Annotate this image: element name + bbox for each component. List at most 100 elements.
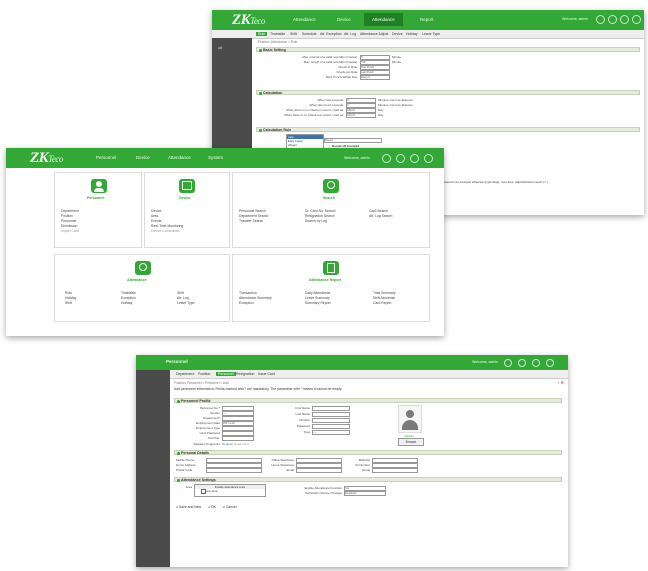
link-leave-type[interactable]: Leave Type: [177, 301, 194, 305]
nav-tab-system[interactable]: System: [208, 155, 223, 160]
link-att-log-search[interactable]: Att. Log Search: [369, 214, 392, 218]
link-leave-summary[interactable]: Leave Summary: [305, 296, 330, 300]
select-device-privilege[interactable]: Employee: [344, 491, 386, 496]
subtab-department[interactable]: Department: [176, 372, 194, 376]
help-icon[interactable]: [620, 15, 629, 24]
input-number[interactable]: [312, 418, 350, 423]
select-type[interactable]: ----: [312, 430, 350, 435]
link-daily-attendance[interactable]: Daily Attendance: [305, 291, 330, 295]
link-department-search[interactable]: Department Search: [239, 214, 268, 218]
subtab-attendance-adjust[interactable]: Attendance Adjust: [360, 32, 388, 36]
subtab-rule[interactable]: Rule: [256, 32, 268, 36]
browse-button[interactable]: Browse: [398, 438, 424, 446]
nav-tab-device[interactable]: Device: [334, 16, 354, 23]
link-personnel[interactable]: Personnel: [61, 219, 76, 223]
link-department[interactable]: Department: [61, 209, 79, 213]
subtab-shift[interactable]: Shift: [290, 32, 297, 36]
link-card-search[interactable]: Card Search: [369, 209, 388, 213]
link-rule[interactable]: Rule: [65, 291, 72, 295]
link-att-log[interactable]: Att. Log: [177, 296, 189, 300]
input-last-name[interactable]: [312, 412, 350, 417]
logout-icon[interactable]: [424, 154, 433, 163]
select-must-punch[interactable]: Every 0: [360, 75, 390, 80]
link-device-commands[interactable]: Device Commands: [151, 229, 180, 233]
link-holiday[interactable]: Holiday: [65, 296, 76, 300]
area-list[interactable]: Enable Attendance Area Any Area: [194, 484, 266, 497]
home-icon[interactable]: [596, 15, 605, 24]
link-card-no-search[interactable]: Dr. Card No. Search: [305, 209, 336, 213]
link-holiday-2[interactable]: Holiday: [121, 301, 132, 305]
link-device[interactable]: Device: [151, 209, 161, 213]
area-item-any[interactable]: Any Area: [195, 489, 265, 494]
link-exception-report[interactable]: Exception: [239, 301, 254, 305]
link-timetable[interactable]: Timetable: [121, 291, 136, 295]
link-shift-2[interactable]: Shift: [177, 291, 184, 295]
link-search-by-log[interactable]: Search by Log: [305, 219, 327, 223]
subtab-personnel[interactable]: Personnel: [216, 372, 236, 376]
module-card-device[interactable]: Device Device Area Events Real-Time Moni…: [144, 172, 230, 248]
link-position[interactable]: Position: [61, 214, 73, 218]
link-attendance-summary[interactable]: Attendance Summary: [239, 296, 272, 300]
nav-tab-attendance[interactable]: Attendance: [168, 155, 191, 160]
cancel-button[interactable]: ● Cancel: [223, 505, 237, 509]
subtab-issue-card[interactable]: Issue Card: [258, 372, 275, 376]
subtab-device[interactable]: Device: [392, 32, 403, 36]
subtab-att-exception[interactable]: Att. Exception: [320, 32, 342, 36]
module-card-personnel[interactable]: Personnel Department Position Personnel …: [54, 172, 142, 248]
link-shift[interactable]: Shift: [65, 301, 72, 305]
input-postal-code[interactable]: [206, 468, 262, 473]
nav-tab-report[interactable]: Report: [417, 16, 437, 23]
subtab-att-log[interactable]: Att. Log: [344, 32, 356, 36]
subtab-holiday[interactable]: Holiday: [406, 32, 418, 36]
nav-tab-personnel[interactable]: Personnel: [96, 155, 116, 160]
input-email-2[interactable]: [372, 468, 418, 473]
link-transfer-search[interactable]: Transfer Search: [239, 219, 263, 223]
settings-icon[interactable]: [396, 154, 405, 163]
rule-item-absent[interactable]: Absent: [287, 143, 323, 147]
register-fingerprint-link[interactable]: Register: [222, 442, 233, 446]
nav-tab-personnel[interactable]: Attendance: [290, 16, 319, 23]
logout-icon[interactable]: [546, 359, 554, 367]
link-transaction[interactable]: Transaction: [239, 291, 257, 295]
help-icon[interactable]: [532, 359, 540, 367]
nav-tab-device[interactable]: Device: [136, 155, 150, 160]
link-import-card[interactable]: Import Card: [61, 229, 79, 233]
input-first-name[interactable]: [312, 406, 350, 411]
logout-icon[interactable]: [632, 15, 641, 24]
help-icon[interactable]: [410, 154, 419, 163]
subtab-leave-type[interactable]: Leave Type: [422, 32, 440, 36]
nav-tab-attendance[interactable]: Attendance: [364, 13, 403, 26]
save-and-new-button[interactable]: ● Save and New: [176, 505, 201, 509]
subtab-position[interactable]: Position: [198, 372, 210, 376]
home-icon[interactable]: [504, 359, 512, 367]
settings-icon[interactable]: [608, 15, 617, 24]
link-personnel-search[interactable]: Personnel Search: [239, 209, 266, 213]
close-icon[interactable]: ✖: [561, 380, 564, 385]
module-card-attendance-report[interactable]: Attendance Report Transaction Attendance…: [232, 254, 430, 322]
link-summary-report[interactable]: Summary Report: [305, 301, 331, 305]
ok-button[interactable]: ● OK: [208, 505, 216, 509]
minimize-icon[interactable]: ▪: [558, 380, 559, 385]
subtab-schedule[interactable]: Schedule: [302, 32, 317, 36]
select-round[interactable]: Round: [324, 138, 382, 143]
link-events[interactable]: Events: [151, 219, 161, 223]
link-resignation-search[interactable]: Resignation Search: [305, 214, 335, 218]
input-password[interactable]: [312, 424, 350, 429]
link-dismission[interactable]: Dismission: [61, 224, 77, 228]
read-card-link[interactable]: Read Card: [234, 442, 249, 446]
link-exception[interactable]: Exception: [121, 296, 136, 300]
link-total-summary[interactable]: Total Summary: [373, 291, 396, 295]
select-no-check-out[interactable]: Absent: [346, 113, 376, 118]
link-shift-abnormal[interactable]: Shift Abnormal: [373, 296, 395, 300]
module-card-attendance[interactable]: Attendance Rule Holiday Shift Timetable …: [54, 254, 230, 322]
subtab-resignation[interactable]: Resignation: [236, 372, 254, 376]
subtab-timetable[interactable]: Timetable: [270, 32, 285, 36]
home-icon[interactable]: [382, 154, 391, 163]
link-real-time-monitoring[interactable]: Real-Time Monitoring: [151, 224, 183, 228]
input-card-no[interactable]: [222, 436, 254, 441]
checkbox-icon[interactable]: [201, 489, 206, 494]
link-area[interactable]: Area: [151, 214, 158, 218]
link-card-report[interactable]: Card Report: [373, 301, 391, 305]
module-card-search[interactable]: Search Personnel Search Department Searc…: [232, 172, 430, 248]
input-email[interactable]: [296, 468, 342, 473]
